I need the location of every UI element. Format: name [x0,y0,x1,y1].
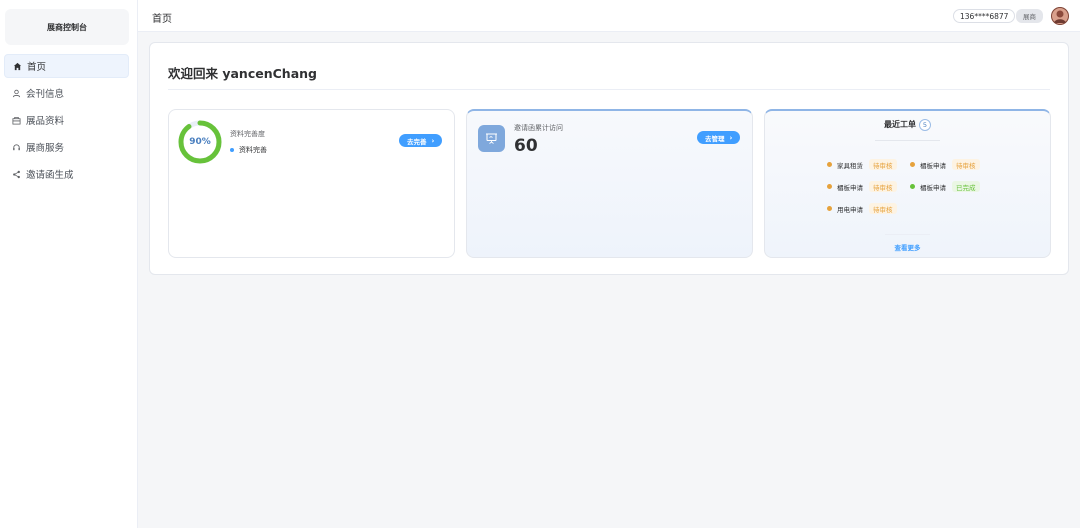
completeness-sub: 资料完善 [230,145,267,155]
sidebar-item-invitation[interactable]: 邀请函生成 [4,162,129,186]
console-title: 展商控制台 [5,9,129,45]
order-item[interactable]: 楣板申请 待审核 [910,159,980,170]
dashboard-panel: 欢迎回来 yancenChang 90% 资料完善度 资料完善 去完善 › 邀请… [149,42,1069,275]
box-icon [11,115,21,125]
invitation-visits-value: 60 [514,136,538,156]
sidebar: 展商控制台 首页 会刊信息 展品资料 展商服务 邀请函生成 [0,0,138,528]
top-bar: 首页 136****6877 展商 [138,0,1080,32]
order-name: 家具租赁 [837,161,863,170]
completeness-label: 资料完善度 [230,130,265,138]
order-item[interactable]: 楣板申请 已完成 [910,181,980,192]
order-name: 楣板申请 [837,183,863,192]
profile-completeness-card: 90% 资料完善度 资料完善 去完善 › [168,109,455,258]
sidebar-item-label: 展商服务 [26,143,65,154]
status-dot-icon [827,184,832,189]
divider [875,140,940,141]
sidebar-item-label: 首页 [27,62,47,73]
status-dot-icon [910,184,915,189]
order-name: 楣板申请 [920,161,946,170]
avatar[interactable] [1051,7,1069,25]
sidebar-item-label: 邀请函生成 [26,170,74,181]
status-dot-icon [910,162,915,167]
order-item[interactable]: 楣板申请 待审核 [827,181,897,192]
page-title: 首页 [152,14,172,25]
complete-profile-button[interactable]: 去完善 › [399,134,443,147]
sidebar-item-exhibitor-service[interactable]: 展商服务 [4,135,129,159]
button-label: 去完善 [407,137,427,146]
sidebar-nav: 首页 会刊信息 展品资料 展商服务 邀请函生成 [4,54,129,189]
chevron-right-icon: › [431,136,435,145]
phone-badge[interactable]: 136****6877 [953,9,1016,23]
share-icon [11,169,21,179]
recent-orders-title-text: 最近工单 [884,120,916,129]
home-icon [12,61,22,71]
status-badge: 已完成 [952,181,980,192]
divider [168,89,1050,90]
orders-count-badge: 5 [919,119,931,131]
sidebar-item-home[interactable]: 首页 [4,54,129,78]
sidebar-item-exhibit-materials[interactable]: 展品资料 [4,108,129,132]
order-name: 用电申请 [837,205,863,214]
manage-invitation-button[interactable]: 去管理 › [697,131,741,144]
status-dot-icon [827,206,832,211]
sidebar-item-label: 展品资料 [26,116,65,127]
order-name: 楣板申请 [920,183,946,192]
sidebar-item-label: 会刊信息 [26,89,65,100]
status-badge: 待审核 [952,159,980,170]
recent-orders-title: 最近工单 5 [765,119,1050,131]
service-icon [11,142,21,152]
status-badge: 待审核 [869,181,897,192]
button-label: 去管理 [705,134,725,143]
sidebar-item-catalog-info[interactable]: 会刊信息 [4,81,129,105]
status-badge: 待审核 [869,203,897,214]
status-badge: 待审核 [869,159,897,170]
invitation-visits-card: 邀请函累计访问 60 去管理 › [466,109,753,258]
user-icon [11,88,21,98]
view-more-link[interactable]: 查看更多 [765,242,1050,252]
order-item[interactable]: 用电申请 待审核 [827,203,897,214]
presentation-icon [478,125,505,152]
divider [885,234,930,235]
chevron-right-icon: › [729,133,733,142]
welcome-heading: 欢迎回来 yancenChang [168,66,317,81]
progress-percent: 90% [189,137,211,147]
completeness-sub-text: 资料完善 [239,146,267,154]
status-dot-icon [827,162,832,167]
role-badge: 展商 [1016,9,1043,23]
recent-orders-card: 最近工单 5 家具租赁 待审核 楣板申请 待审核 楣板申请 待审核 楣板申请 已完… [764,109,1051,258]
bullet-icon [230,148,234,152]
order-item[interactable]: 家具租赁 待审核 [827,159,897,170]
invitation-visits-label: 邀请函累计访问 [514,124,563,132]
